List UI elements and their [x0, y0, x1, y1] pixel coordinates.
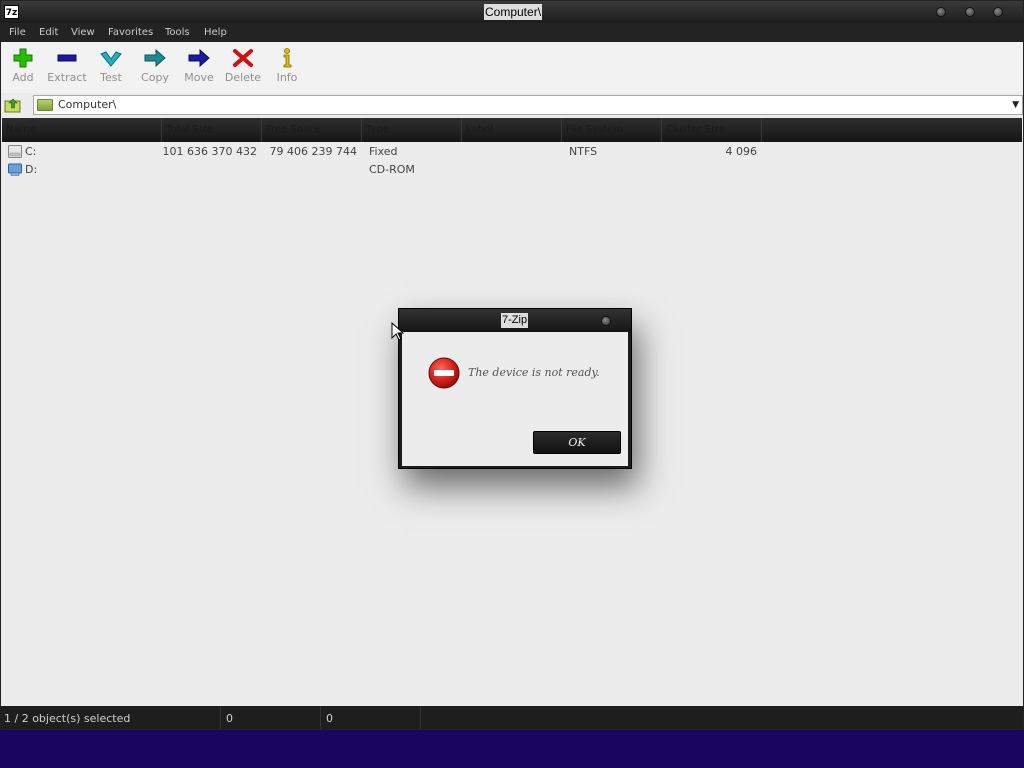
add-button[interactable]: Add — [1, 48, 45, 90]
address-bar: Computer\ ▼ — [1, 94, 1023, 116]
cell-type: CD-ROM — [369, 163, 415, 176]
move-label: Move — [184, 71, 214, 84]
toolbar: Add Extract Test Copy Move Delete Info — [1, 42, 1023, 93]
cell-type: Fixed — [369, 145, 398, 158]
title-bar[interactable]: 7z Computer\ — [1, 1, 1023, 23]
column-header-total-size[interactable]: Total Size — [162, 118, 262, 142]
extract-label: Extract — [47, 71, 87, 84]
dialog-title-bar[interactable]: 7-Zip — [399, 309, 631, 332]
copy-arrow-icon — [144, 48, 166, 68]
cell-free-space: 79 406 239 744 — [269, 145, 357, 158]
close-button[interactable] — [993, 7, 1003, 17]
column-header-free-space[interactable]: Free Space — [262, 118, 362, 142]
delete-button[interactable]: Delete — [221, 48, 265, 90]
dialog-message: The device is not ready. — [468, 366, 600, 379]
address-field[interactable]: Computer\ ▼ — [33, 95, 1023, 115]
test-label: Test — [100, 71, 122, 84]
extract-button[interactable]: Extract — [45, 48, 89, 90]
error-icon — [428, 357, 460, 389]
move-button[interactable]: Move — [177, 48, 221, 90]
minus-icon — [57, 54, 77, 62]
up-folder-icon[interactable] — [4, 97, 22, 113]
cd-drive-icon — [8, 163, 22, 176]
info-label: Info — [276, 71, 298, 84]
column-header-label[interactable]: Label — [462, 118, 562, 142]
menu-edit[interactable]: Edit — [39, 23, 58, 42]
test-button[interactable]: Test — [89, 48, 133, 90]
info-icon — [283, 48, 292, 68]
delete-label: Delete — [224, 71, 262, 84]
menu-tools[interactable]: Tools — [165, 23, 190, 42]
menu-file[interactable]: File — [9, 23, 26, 42]
cell-name: C: — [25, 145, 37, 158]
copy-label: Copy — [141, 71, 169, 84]
dialog-body: The device is not ready. OK — [402, 332, 628, 466]
folder-icon — [37, 99, 53, 111]
error-dialog: 7-Zip The device is not ready. OK — [398, 308, 632, 469]
maximize-button[interactable] — [965, 7, 975, 17]
table-row[interactable]: C: 101 636 370 432 79 406 239 744 Fixed … — [2, 143, 1022, 161]
status-size: 0 — [223, 706, 321, 729]
menu-favorites[interactable]: Favorites — [108, 23, 153, 42]
column-header-cluster-size[interactable]: Cluster Size — [662, 118, 762, 142]
dialog-title: 7-Zip — [501, 313, 529, 328]
check-icon — [100, 51, 122, 67]
column-header-file-system[interactable]: File System — [562, 118, 662, 142]
cell-total-size: 101 636 370 432 — [162, 145, 257, 158]
add-label: Add — [12, 71, 34, 84]
cell-file-system: NTFS — [569, 145, 598, 158]
chevron-down-icon[interactable]: ▼ — [1012, 98, 1019, 112]
cell-name: D: — [25, 163, 38, 176]
menu-view[interactable]: View — [71, 23, 95, 42]
add-icon — [13, 48, 33, 68]
table-row[interactable]: D: CD-ROM — [2, 161, 1022, 179]
delete-x-icon — [233, 49, 253, 67]
column-header-name[interactable]: Name — [2, 118, 162, 142]
list-header: Name Total Size Free Space Type Label Fi… — [2, 118, 1022, 142]
menu-help[interactable]: Help — [204, 23, 227, 42]
move-arrow-icon — [188, 48, 210, 68]
7zip-app-icon[interactable]: 7z — [4, 5, 19, 19]
cell-cluster-size: 4 096 — [725, 145, 758, 158]
status-packed-size: 0 — [323, 706, 421, 729]
info-button[interactable]: Info — [265, 48, 309, 90]
ok-button[interactable]: OK — [533, 431, 621, 454]
menu-bar: File Edit View Favorites Tools Help — [1, 23, 1023, 42]
minimize-button[interactable] — [936, 7, 946, 17]
hard-drive-icon — [8, 145, 22, 158]
status-bar: 1 / 2 object(s) selected 0 0 — [1, 706, 1023, 729]
column-header-type[interactable]: Type — [362, 118, 462, 142]
copy-button[interactable]: Copy — [133, 48, 177, 90]
status-selection: 1 / 2 object(s) selected — [1, 706, 221, 729]
mouse-cursor-icon — [391, 322, 405, 341]
dialog-close-button[interactable] — [601, 316, 611, 326]
window-title: Computer\ — [484, 4, 543, 20]
address-path: Computer\ — [58, 98, 117, 111]
